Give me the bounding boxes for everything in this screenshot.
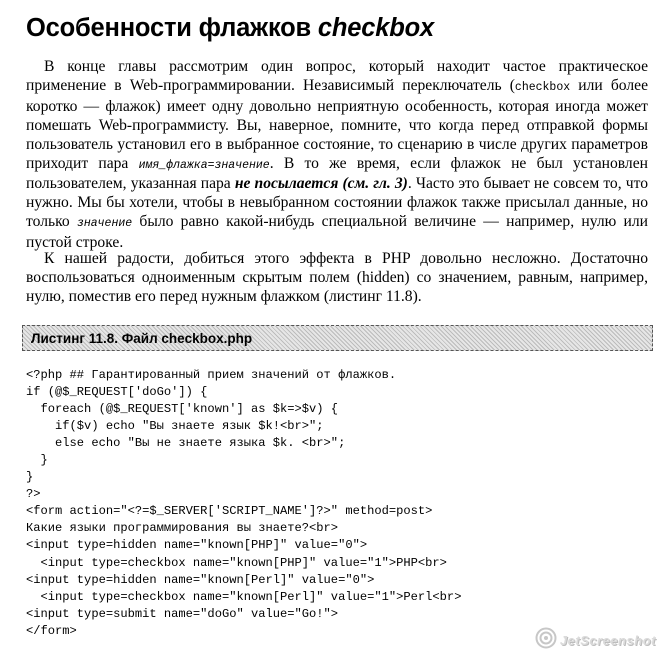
p1-code-value: значение [76,217,133,231]
code-line: <input type=hidden name="known[PHP]" val… [26,538,368,553]
code-line: <?php ## Гарантированный прием значений … [26,368,397,382]
section-title-italic: checkbox [317,14,434,42]
code-line: Какие языки программирования вы знаете?<… [26,521,339,536]
code-line: </form> [26,623,77,638]
code-line: <input type=checkbox name="known[PHP]" v… [26,555,447,570]
code-listing: <?php ## Гарантированный прием значений … [26,367,461,640]
p1-code-checkbox: checkbox [514,80,571,94]
code-line: <input type=hidden name="known[Perl]" va… [26,572,375,587]
listing-header: Листинг 11.8. Файл checkbox.php [22,325,653,351]
code-line: if (@$_REQUEST['doGo']) { [26,385,208,400]
listing-title: Листинг 11.8. Файл checkbox.php [31,331,253,346]
code-line: <input type=submit name="doGo" value="Go… [26,606,339,621]
code-line: } [26,470,34,485]
paragraph-2: К нашей радости, добиться этого эффекта … [26,250,648,305]
code-line: ?> [26,487,41,502]
section-title-text: Особенности флажков [26,14,312,42]
code-line: } [26,453,48,468]
p1-emphasis: не посылается (см. гл. 3) [234,175,408,193]
code-line: else echo "Вы не знаете языка $k. <br>"; [26,436,346,451]
code-line: if($v) echo "Вы знаете язык $k!<br>"; [26,419,324,434]
code-line: foreach (@$_REQUEST['known'] as $k=>$v) … [26,402,339,417]
watermark-text: JetScreenshot [559,633,656,648]
p1-code-pair: имя_флажка=значение [138,158,270,172]
paragraph-1: В конце главы рассмотрим один вопрос, ко… [26,58,648,253]
camera-lens-icon [535,627,557,654]
section-title: Особенности флажков checkbox [26,14,434,43]
code-line: <input type=checkbox name="known[Perl]" … [26,589,462,604]
code-line: <form action="<?=$_SERVER['SCRIPT_NAME']… [26,504,433,519]
watermark: JetScreenshot [535,627,656,654]
